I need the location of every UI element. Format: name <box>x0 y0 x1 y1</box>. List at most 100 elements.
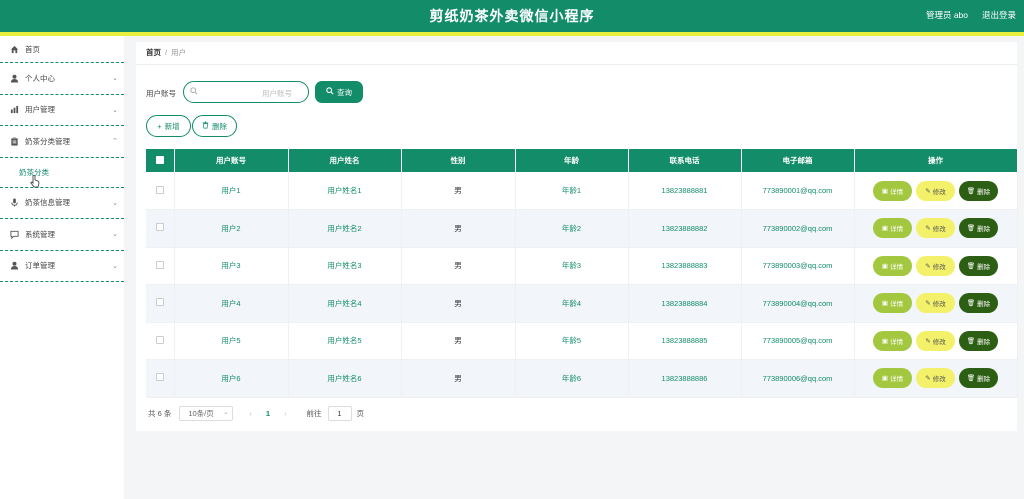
goto-label: 前往 <box>306 409 322 418</box>
cell-gender: 男 <box>401 209 516 248</box>
sidebar-item-orders[interactable]: 订单管理 ⌄ <box>0 251 124 282</box>
detail-button[interactable]: ▣ 详情 <box>873 255 912 276</box>
table-row: 用户1 用户姓名1 男 年龄1 13823888881 773890001@qq… <box>146 172 1018 210</box>
cell-name: 用户姓名2 <box>288 209 402 248</box>
edit-button[interactable]: ✎ 修改 <box>916 180 955 201</box>
edit-button-label: 修改 <box>932 376 946 384</box>
divider <box>136 64 1017 65</box>
top-bar: 剪纸奶茶外卖微信小程序 管理员 abo 退出登录 <box>0 0 1024 32</box>
breadcrumb-home[interactable]: 首页 <box>146 48 161 57</box>
table-row: 用户5 用户姓名5 男 年龄5 13823888885 773890005@qq… <box>146 322 1018 360</box>
search-icon <box>190 87 198 97</box>
query-button-label: 查询 <box>337 87 352 97</box>
sidebar-item-label: 用户管理 <box>25 105 55 115</box>
user-icon <box>10 74 19 83</box>
detail-button[interactable]: ▣ 详情 <box>873 218 912 239</box>
chevron-down-icon: ⌄ <box>223 410 229 416</box>
user-table: 用户账号 用户姓名 性别 年龄 联系电话 电子邮箱 操作 用户1 用户姓名1 男… <box>146 149 1018 398</box>
cell-email: 773890001@qq.com <box>741 172 855 210</box>
edit-button[interactable]: ✎ 修改 <box>916 293 955 314</box>
delete-button-label: 删除 <box>212 121 227 131</box>
detail-button-label: 详情 <box>890 376 904 384</box>
cell-account: 用户5 <box>174 322 289 360</box>
column-header: 性别 <box>401 149 516 172</box>
breadcrumb: 首页 / 用户 <box>146 47 186 58</box>
add-button[interactable]: + 新增 <box>146 115 191 137</box>
select-all-cell[interactable] <box>146 149 175 172</box>
clipboard-icon <box>10 137 19 146</box>
detail-button-label: 详情 <box>890 188 904 196</box>
sidebar-item-label: 订单管理 <box>25 261 55 271</box>
breadcrumb-separator: / <box>165 48 168 57</box>
sidebar-item-category[interactable]: 奶茶分类管理 ⌃ <box>0 126 124 158</box>
edit-button[interactable]: ✎ 修改 <box>916 218 955 239</box>
cell-phone: 13823888886 <box>628 359 742 398</box>
sidebar-item-label: 系统管理 <box>25 229 55 239</box>
detail-button[interactable]: ▣ 详情 <box>873 330 912 351</box>
cell-phone: 13823888881 <box>628 172 742 210</box>
cell-age: 年龄6 <box>515 359 629 398</box>
detail-icon: ▣ <box>881 225 889 233</box>
chevron-down-icon: ⌄ <box>112 262 118 270</box>
sidebar-item-profile[interactable]: 个人中心 ⌄ <box>0 63 124 95</box>
sidebar-subitem-tea-category[interactable]: 奶茶分类 <box>0 158 124 188</box>
row-checkbox[interactable] <box>155 335 164 344</box>
search-placeholder: 用户账号 <box>262 89 292 98</box>
trash-icon: 🗑 <box>966 225 976 233</box>
trash-icon: 🗑 <box>966 187 976 195</box>
delete-button[interactable]: 🗑 删除 <box>959 330 998 351</box>
cell-actions: ▣ 详情 ✎ 修改 🗑 删除 <box>854 284 1018 323</box>
batch-delete-button[interactable]: 删除 <box>192 115 237 137</box>
detail-button[interactable]: ▣ 详情 <box>873 180 912 201</box>
select-all-checkbox[interactable] <box>155 155 164 164</box>
next-page-button[interactable]: › <box>284 409 287 418</box>
row-checkbox[interactable] <box>155 373 164 382</box>
prev-page-button[interactable]: ‹ <box>249 409 252 418</box>
table-row: 用户2 用户姓名2 男 年龄2 13823888882 773890002@qq… <box>146 209 1018 248</box>
detail-button[interactable]: ▣ 详情 <box>873 368 912 389</box>
sidebar-item-home[interactable]: 首页 <box>0 36 124 63</box>
breadcrumb-current: 用户 <box>171 48 187 57</box>
table-header-row: 用户账号 用户姓名 性别 年龄 联系电话 电子邮箱 操作 <box>146 149 1018 172</box>
cell-age: 年龄5 <box>515 322 629 360</box>
cell-age: 年龄3 <box>515 247 629 285</box>
edit-button[interactable]: ✎ 修改 <box>916 330 955 351</box>
search-input[interactable]: 用户账号 <box>183 81 309 103</box>
sidebar-item-tea-info[interactable]: 奶茶信息管理 ⌄ <box>0 188 124 219</box>
cell-actions: ▣ 详情 ✎ 修改 🗑 删除 <box>854 247 1018 285</box>
cell-account: 用户2 <box>174 209 289 248</box>
query-button[interactable]: 查询 <box>315 81 363 103</box>
delete-button-label: 删除 <box>977 376 991 384</box>
edit-button[interactable]: ✎ 修改 <box>916 255 955 276</box>
goto-page-input[interactable]: 1 <box>327 406 352 421</box>
edit-button[interactable]: ✎ 修改 <box>916 368 955 389</box>
delete-button[interactable]: 🗑 删除 <box>959 368 998 389</box>
row-select-cell[interactable] <box>146 322 175 360</box>
row-select-cell[interactable] <box>146 247 175 285</box>
logout-link[interactable]: 退出登录 <box>982 9 1016 21</box>
sidebar-item-system[interactable]: 系统管理 ⌄ <box>0 219 124 251</box>
row-select-cell[interactable] <box>146 172 175 210</box>
delete-button[interactable]: 🗑 删除 <box>959 218 998 239</box>
row-select-cell[interactable] <box>146 359 175 398</box>
page-size-select[interactable]: 10条/页 ⌄ <box>179 406 234 421</box>
current-page[interactable]: 1 <box>266 409 270 418</box>
delete-button[interactable]: 🗑 删除 <box>959 255 998 276</box>
sidebar-item-users[interactable]: 用户管理 ⌄ <box>0 95 124 126</box>
delete-button[interactable]: 🗑 删除 <box>959 293 998 314</box>
current-user[interactable]: 管理员 abo <box>926 9 968 21</box>
row-select-cell[interactable] <box>146 209 175 248</box>
row-checkbox[interactable] <box>155 185 164 194</box>
detail-icon: ▣ <box>881 187 889 195</box>
pencil-icon: ✎ <box>925 337 931 345</box>
detail-button[interactable]: ▣ 详情 <box>873 293 912 314</box>
row-checkbox[interactable] <box>155 223 164 232</box>
column-header: 年龄 <box>515 149 629 172</box>
row-select-cell[interactable] <box>146 284 175 323</box>
cell-gender: 男 <box>401 322 516 360</box>
chat-icon <box>10 230 19 239</box>
delete-button[interactable]: 🗑 删除 <box>959 180 998 201</box>
row-checkbox[interactable] <box>155 298 164 307</box>
row-checkbox[interactable] <box>155 260 164 269</box>
pencil-icon: ✎ <box>925 225 931 233</box>
